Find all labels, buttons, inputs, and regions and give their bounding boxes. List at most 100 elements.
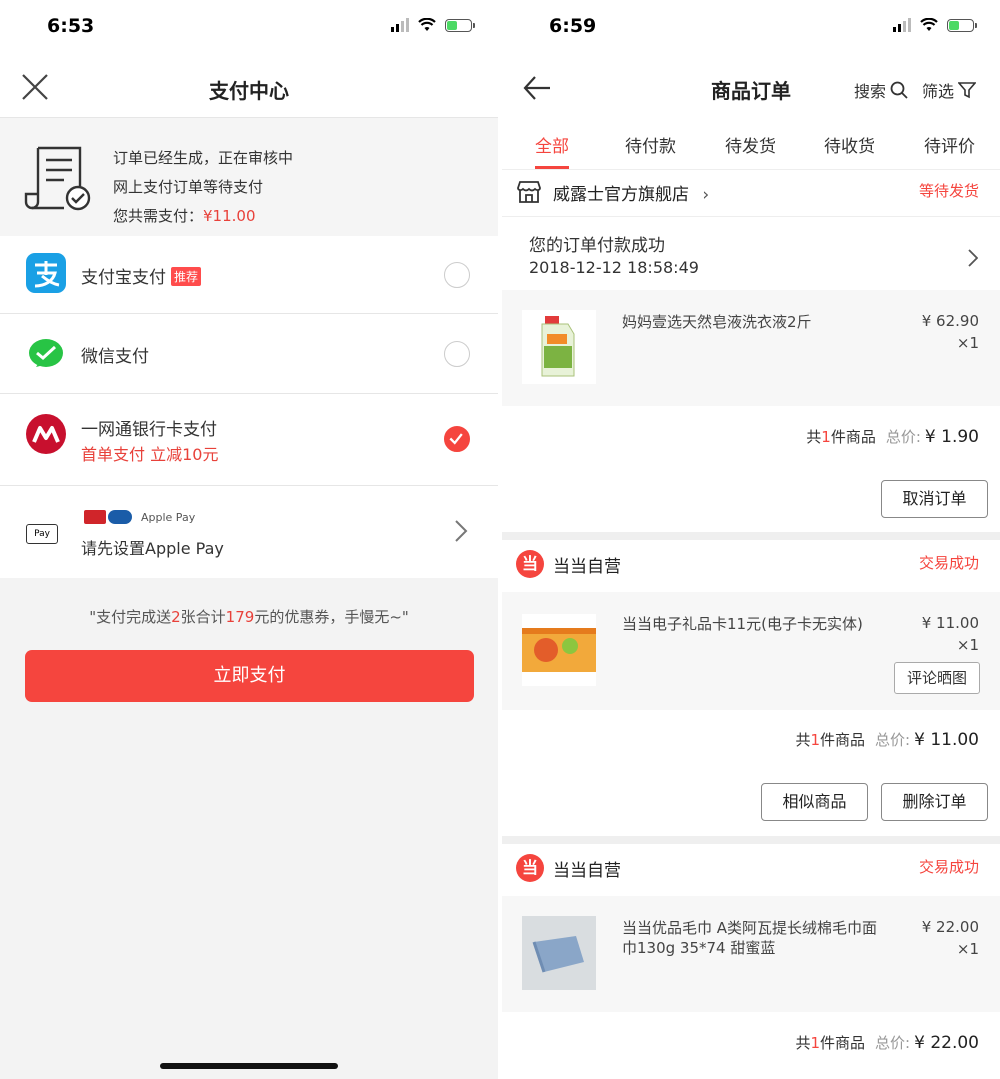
payment-success-text: 您的订单付款成功 [529,236,665,256]
product-price: ¥ 11.00 [921,614,979,632]
order-separator [502,532,1000,540]
tab-pending-review[interactable]: 待评价 [924,132,975,157]
status-bar: 6:53 [0,0,498,56]
item-count: 1 [821,428,831,446]
orders-screen: 6:59 商品订单 搜索 筛选 全部 待付款 待发货 待收货 待评价 威露士官方… [502,0,1000,1079]
battery-icon [445,18,475,32]
total-price: ¥ 11.00 [914,730,979,750]
chevron-right-icon [455,520,468,542]
filter-icon [958,82,977,99]
total-label: 总价: [875,731,911,749]
cmb-radio-checked[interactable] [444,426,470,452]
total-label: 总价: [875,1034,911,1052]
similar-items-button[interactable]: 相似商品 [761,783,868,821]
apple-pay-label: 请先设置Apple Pay [81,539,224,558]
status-time: 6:53 [47,15,95,37]
promo-part: 元的优惠券，手慢无~" [254,608,409,626]
cmb-icon [26,414,66,454]
promo-part: 张合计 [180,608,226,626]
count-suffix: 件商品 [820,1034,866,1052]
battery-icon [947,18,977,32]
order-separator [502,836,1000,844]
wifi-icon [920,18,938,31]
amount-label: 您共需支付： [113,207,204,225]
pay-method-wechat[interactable]: 微信支付 [0,314,498,394]
product-name: 妈妈壹选天然皂液洗衣液2斤 [622,313,812,331]
nav-bar: 商品订单 搜索 筛选 [502,56,1000,118]
search-icon [890,81,908,99]
cmb-discount: 首单支付 立减10元 [81,445,219,464]
pay-method-apple-pay[interactable]: Pay Apple Pay 请先设置Apple Pay [0,486,498,578]
total-price: ¥ 22.00 [914,1033,979,1053]
home-indicator[interactable] [160,1063,338,1069]
pay-method-alipay[interactable]: 支付宝支付 推荐 [0,236,498,314]
recommend-badge: 推荐 [171,267,202,286]
shop-header[interactable]: 当 当当自营 交易成功 [502,542,1000,588]
item-count: 1 [810,731,821,749]
cmb-label: 一网通银行卡支付 [81,420,217,440]
tab-all[interactable]: 全部 [535,132,569,157]
delete-order-button[interactable]: 删除订单 [881,783,988,821]
order-status-line: 订单已经生成，正在审核中 [113,149,294,167]
order-item[interactable]: 妈妈壹选天然皂液洗衣液2斤 ¥ 62.90 ×1 [502,290,1000,406]
alipay-icon [26,253,66,293]
count-suffix: 件商品 [820,731,866,749]
page-title: 支付中心 [209,79,289,103]
status-bar: 6:59 [502,0,1000,56]
order-item[interactable]: 当当电子礼品卡11元(电子卡无实体) ¥ 11.00 ×1 评论晒图 [502,592,1000,710]
tab-pending-receipt[interactable]: 待收货 [824,132,875,157]
item-count: 1 [810,1034,821,1052]
order-amount-line: 您共需支付：¥11.00 [113,202,293,231]
count-prefix: 共 [795,1034,811,1052]
order-status: 等待发货 [918,182,979,200]
dangdang-icon: 当 [516,550,544,578]
order-summary: 订单已经生成，正在审核中 网上支付订单等待支付 您共需支付：¥11.00 [0,118,498,236]
shop-name: 当当自营 [553,861,621,881]
wifi-icon [418,18,436,31]
product-quantity: ×1 [956,940,979,958]
signal-icon [893,18,911,32]
payment-notice[interactable]: 您的订单付款成功 2018-12-12 18:58:49 [502,216,1000,290]
search-button[interactable]: 搜索 [854,78,908,102]
tab-pending-shipment[interactable]: 待发货 [725,132,776,157]
quickpass-icon [108,510,132,524]
order-status: 交易成功 [918,554,979,572]
order-await-line: 网上支付订单等待支付 [113,178,264,196]
order-total: 共1件商品 总价: ¥ 22.00 [795,1032,979,1053]
store-icon [517,181,541,203]
status-time: 6:59 [549,15,597,37]
wechat-pay-icon [26,334,66,374]
order-status: 交易成功 [918,858,979,876]
promo-text: "支付完成送2张合计179元的优惠券，手慢无~" [0,606,498,627]
filter-button[interactable]: 筛选 [922,78,977,102]
status-icons [893,18,977,32]
alipay-label: 支付宝支付 [81,268,166,288]
pay-method-cmb[interactable]: 一网通银行卡支付 首单支付 立减10元 [0,394,498,486]
apple-pay-icon: Pay [26,524,58,544]
promo-part: "支付完成送 [89,608,172,626]
shop-header[interactable]: 威露士官方旗舰店 › 等待发货 [502,170,1000,216]
signal-icon [391,18,409,32]
shop-header[interactable]: 当 当当自营 交易成功 [502,846,1000,892]
promo-value: 179 [225,608,255,626]
product-thumbnail [522,310,596,384]
tab-indicator [535,166,569,169]
tab-pending-payment[interactable]: 待付款 [625,132,676,157]
cancel-order-button[interactable]: 取消订单 [881,480,988,518]
product-thumbnail [522,916,596,990]
order-item[interactable]: 当当优品毛巾 A类阿瓦提长绒棉毛巾面巾130g 35*74 甜蜜蓝 ¥ 22.0… [502,896,1000,1012]
alipay-radio[interactable] [444,262,470,288]
total-price: ¥ 1.90 [924,427,979,447]
pay-now-button[interactable]: 立即支付 [25,650,474,702]
wechat-radio[interactable] [444,341,470,367]
payment-center-screen: 6:53 支付中心 订单已经生成，正在审核中 网上支付订单等待支付 您共需支付：… [0,0,498,1079]
product-quantity: ×1 [956,334,979,352]
product-thumbnail [522,614,596,686]
pay-method-label: 支付宝支付 推荐 [81,263,202,288]
review-button[interactable]: 评论晒图 [894,662,980,694]
filter-label: 筛选 [922,82,955,101]
apple-pay-tag: Apple Pay [141,511,196,524]
product-price: ¥ 22.00 [921,918,979,936]
count-prefix: 共 [795,731,811,749]
wechat-label: 微信支付 [81,347,149,367]
